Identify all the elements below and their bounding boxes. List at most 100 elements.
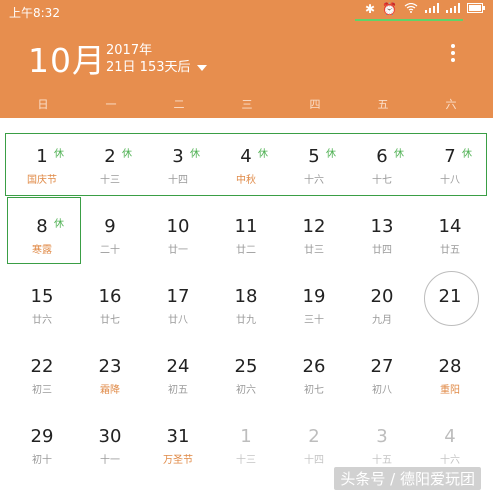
weekday-sat: 六 [445,98,457,111]
calendar-day-cell[interactable]: 19 三十 [280,266,348,336]
festival-label: 重阳 [440,385,460,396]
lunar-date: 九月 [372,315,392,326]
status-time: 上午8:32 [9,6,60,20]
lunar-date: 初八 [372,385,392,396]
calendar-day-cell[interactable]: 15 廿六 [8,266,76,336]
day-number: 27 [370,356,394,377]
day-number: 22 [30,356,54,377]
day-number: 11 [234,216,258,237]
calendar-day-cell[interactable]: 12 廿三 [280,196,348,266]
day-number: 1 [240,426,252,447]
calendar-header: 10月 2017年 21日 153天后 [0,22,493,92]
lunar-date: 廿八 [168,315,188,326]
battery-icon [467,2,485,16]
calendar-day-cell[interactable]: 11 廿二 [212,196,280,266]
calendar-day-cell[interactable]: 24 初五 [144,336,212,406]
weekday-mon: 一 [105,98,117,111]
calendar-day-cell[interactable]: 29 初十 [8,406,76,476]
calendar-day-cell[interactable]: 27 初八 [348,336,416,406]
calendar-day-cell[interactable]: 14 廿五 [416,196,484,266]
lunar-date: 廿二 [236,245,256,256]
lunar-date: 廿五 [440,245,460,256]
calendar-day-cell[interactable]: 3 十五 [348,406,416,476]
calendar-day-cell[interactable]: 1 十三 [212,406,280,476]
day-number: 28 [438,356,462,377]
calendar-day-cell[interactable]: 28 重阳 [416,336,484,406]
more-menu-icon[interactable] [449,44,457,65]
month-title[interactable]: 10月 [28,34,106,82]
day-number: 3 [376,426,388,447]
lunar-date: 十六 [440,455,460,466]
calendar-day-cell[interactable]: 9 二十 [76,196,144,266]
signal-icon [425,2,439,16]
calendar-day-cell[interactable]: 30 十一 [76,406,144,476]
weekday-sun: 日 [37,98,49,111]
status-bar: 上午8:32 ✱ ⏰ [0,0,493,22]
calendar-day-cell[interactable]: 18 廿九 [212,266,280,336]
calendar-day-cell[interactable]: 23 霜降 [76,336,144,406]
bluetooth-icon: ✱ [364,2,376,16]
signal-icon [446,2,460,16]
day-number: 17 [166,286,190,307]
festival-label: 万圣节 [163,455,193,466]
lunar-date: 廿七 [100,315,120,326]
lunar-date: 十三 [236,455,256,466]
day-number: 29 [30,426,54,447]
day-number: 16 [98,286,122,307]
day-number: 23 [98,356,122,377]
alarm-icon: ⏰ [382,2,397,16]
day-number: 18 [234,286,258,307]
day-number: 4 [444,426,456,447]
lunar-date: 二十 [100,245,120,256]
calendar-day-cell[interactable]: 4 十六 [416,406,484,476]
day-number: 30 [98,426,122,447]
day-number: 24 [166,356,190,377]
progress-line [355,19,463,21]
watermark: 头条号 / 德阳爱玩团 [334,467,481,490]
calendar-day-cell[interactable]: 17 廿八 [144,266,212,336]
day-number: 25 [234,356,258,377]
lunar-date: 廿四 [372,245,392,256]
calendar-day-cell[interactable]: 22 初三 [8,336,76,406]
weekday-fri: 五 [377,98,389,111]
lunar-date: 廿六 [32,315,52,326]
day-number: 12 [302,216,326,237]
weekday-wed: 三 [241,98,253,111]
calendar-day-cell[interactable]: 13 廿四 [348,196,416,266]
day-number: 20 [370,286,394,307]
date-dropdown[interactable]: 21日 153天后 [106,56,207,75]
day-number: 2 [308,426,320,447]
weekday-row: 日 一 二 三 四 五 六 [0,92,493,118]
day-number: 14 [438,216,462,237]
day-number: 10 [166,216,190,237]
calendar-day-cell[interactable]: 26 初七 [280,336,348,406]
day-number: 19 [302,286,326,307]
day-number: 9 [104,216,116,237]
chevron-down-icon [196,64,207,71]
lunar-date: 初五 [168,385,188,396]
calendar-day-cell[interactable]: 10 廿一 [144,196,212,266]
lunar-date: 十一 [100,455,120,466]
status-icons: ✱ ⏰ [365,2,485,16]
calendar-day-cell[interactable]: 31 万圣节 [144,406,212,476]
day-number: 31 [166,426,190,447]
holiday-highlight-week [5,133,487,196]
lunar-date: 廿三 [304,245,324,256]
calendar-day-cell[interactable]: 25 初六 [212,336,280,406]
calendar-day-cell[interactable]: 20 九月 [348,266,416,336]
lunar-date: 初十 [32,455,52,466]
lunar-date: 初七 [304,385,324,396]
day-number: 26 [302,356,326,377]
calendar-day-cell[interactable]: 2 十四 [280,406,348,476]
weekday-thu: 四 [309,98,321,111]
lunar-date: 廿九 [236,315,256,326]
lunar-date: 十五 [372,455,392,466]
date-summary: 21日 153天后 [106,60,191,75]
day-number: 13 [370,216,394,237]
weekday-tue: 二 [173,98,185,111]
lunar-date: 廿一 [168,245,188,256]
holiday-highlight-day [7,197,81,264]
calendar-day-cell[interactable]: 16 廿七 [76,266,144,336]
festival-label: 霜降 [100,385,120,396]
today-indicator [424,271,479,326]
